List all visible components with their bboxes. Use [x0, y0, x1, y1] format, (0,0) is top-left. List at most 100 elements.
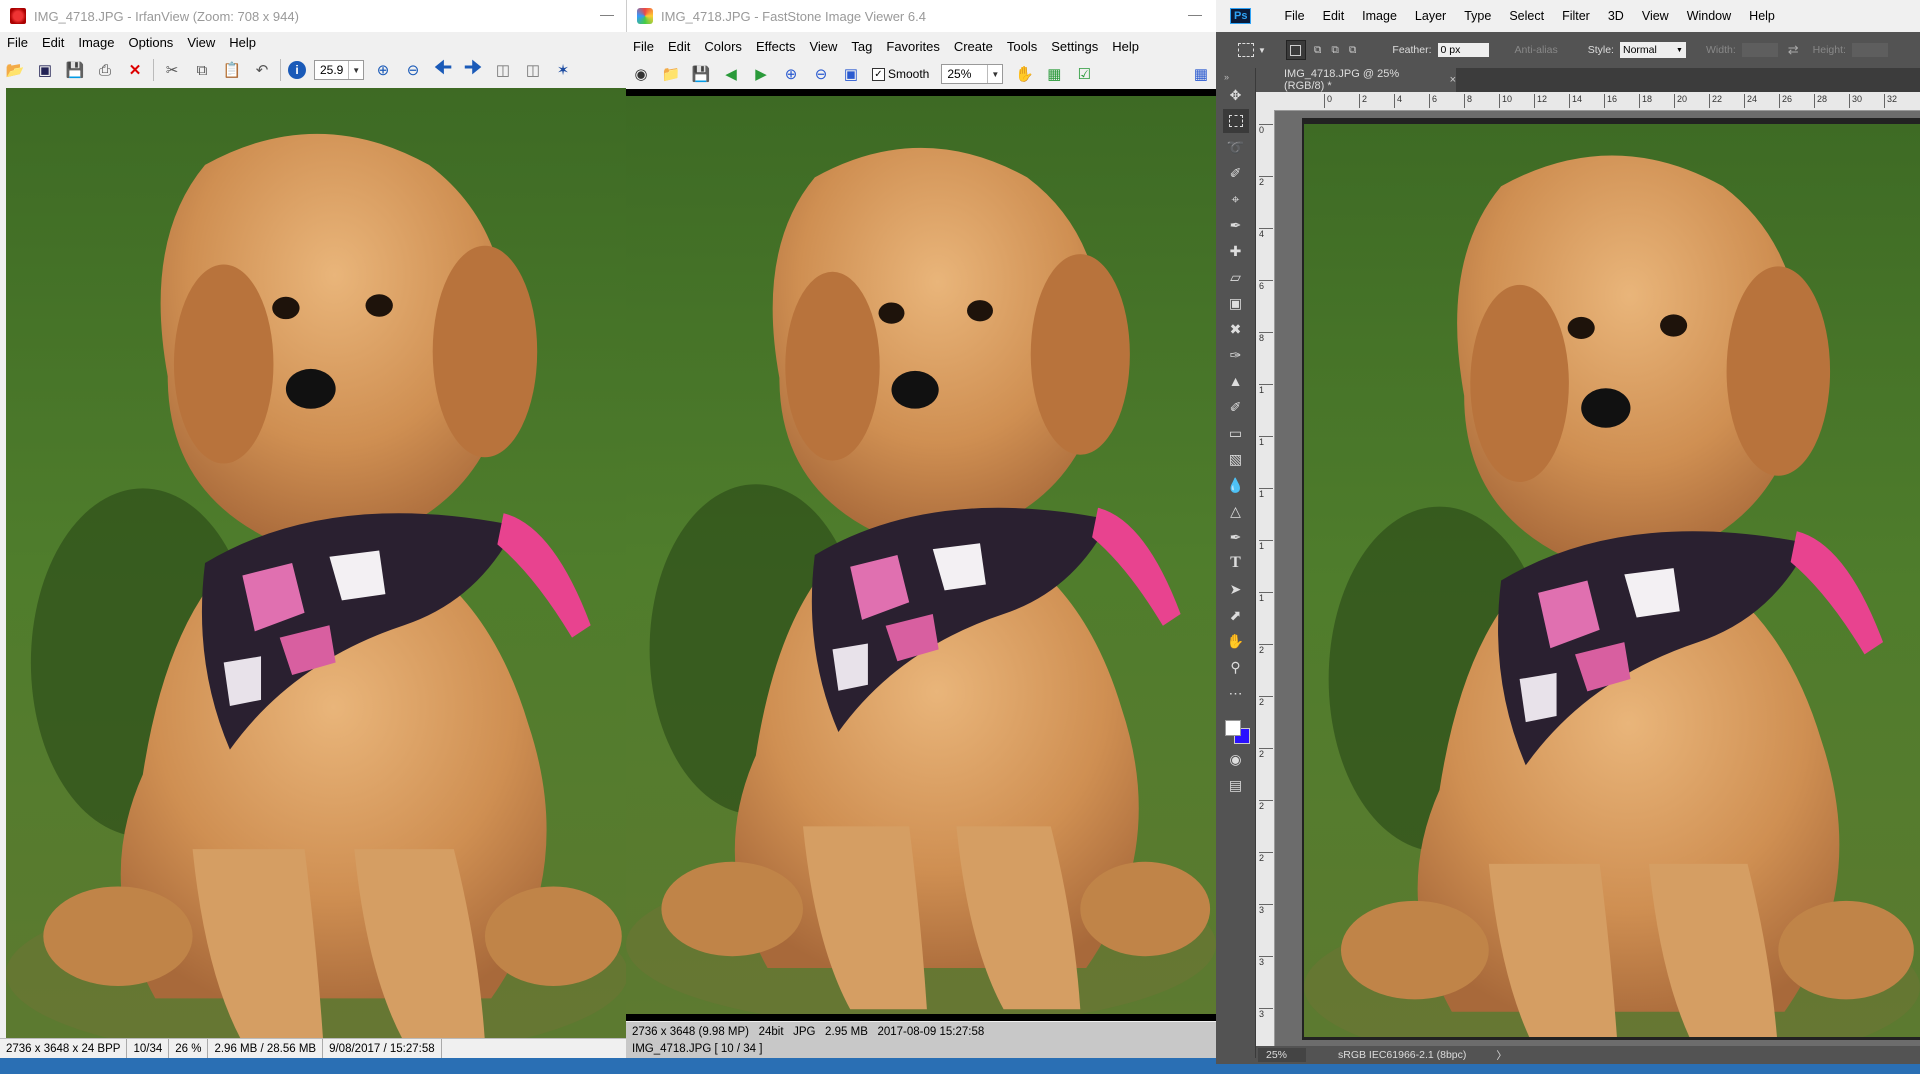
document-tab[interactable]: IMG_4718.JPG @ 25% (RGB/8) * ×: [1256, 68, 1456, 92]
quick-mask-icon[interactable]: ◉: [1223, 747, 1249, 771]
status-zoom[interactable]: 25%: [1258, 1048, 1306, 1062]
menu-help[interactable]: Help: [1105, 39, 1146, 54]
info-icon[interactable]: i: [288, 61, 306, 79]
zoom-combo[interactable]: 25% ▼: [941, 64, 1004, 84]
save-icon[interactable]: 💾: [64, 59, 86, 81]
marquee-icon[interactable]: [1222, 109, 1249, 133]
layout-icon[interactable]: ▦: [1190, 63, 1212, 85]
open-folder-icon[interactable]: 📂: [4, 59, 26, 81]
chevron-down-icon[interactable]: ▼: [987, 65, 1002, 83]
zoom-combo[interactable]: 25.9 ▼: [314, 60, 364, 80]
next-icon[interactable]: 🠊: [462, 57, 484, 81]
zoom-in-icon[interactable]: ⊕: [780, 63, 802, 85]
zoom-out-icon[interactable]: ⊖: [402, 59, 424, 81]
pointer-icon[interactable]: ⬈: [1223, 603, 1249, 627]
path-select-icon[interactable]: ➤: [1223, 577, 1249, 601]
hand-icon[interactable]: ✋: [1223, 629, 1249, 653]
save-icon[interactable]: 💾: [690, 63, 712, 85]
history-brush-icon[interactable]: ✐: [1223, 395, 1249, 419]
panel-collapse-icon[interactable]: »: [1224, 72, 1229, 82]
foreground-color-swatch[interactable]: [1224, 720, 1241, 736]
healing-icon[interactable]: ✚: [1223, 239, 1249, 263]
menu-image[interactable]: Image: [71, 35, 121, 50]
zoom-icon[interactable]: ⚲: [1223, 655, 1249, 679]
hand-icon[interactable]: ✋: [1013, 63, 1035, 85]
menu-tools[interactable]: Tools: [1000, 39, 1044, 54]
print-icon[interactable]: ⎙: [94, 59, 116, 81]
cut-icon[interactable]: ✂: [161, 59, 183, 81]
checkmark-icon[interactable]: ☑: [1073, 63, 1095, 85]
quick-select-icon[interactable]: ✐: [1223, 161, 1249, 185]
dodge-icon[interactable]: △: [1223, 499, 1249, 523]
color-swatches[interactable]: [1221, 712, 1251, 746]
menu-favorites[interactable]: Favorites: [879, 39, 946, 54]
minimize-button[interactable]: —: [600, 6, 614, 22]
crop-icon[interactable]: ⌖: [1223, 187, 1249, 211]
menu-options[interactable]: Options: [122, 35, 181, 50]
paste-icon[interactable]: 📋: [221, 59, 243, 81]
faststone-window[interactable]: IMG_4718.JPG - FastStone Image Viewer 6.…: [626, 0, 1216, 1074]
marquee-preset-icon[interactable]: [1238, 43, 1254, 57]
stamp-icon[interactable]: ▲: [1223, 369, 1249, 393]
more-icon[interactable]: ⋯: [1223, 681, 1249, 705]
swap-icon[interactable]: ⇄: [1788, 42, 1799, 58]
menu-type[interactable]: Type: [1455, 9, 1500, 23]
menu-image[interactable]: Image: [1353, 9, 1406, 23]
slideshow-icon[interactable]: ▣: [34, 59, 56, 81]
eraser-icon[interactable]: ▭: [1223, 421, 1249, 445]
transform-icon[interactable]: ✖: [1223, 317, 1249, 341]
irfanview-window[interactable]: IMG_4718.JPG - IrfanView (Zoom: 708 x 94…: [0, 0, 628, 1074]
menu-view[interactable]: View: [802, 39, 844, 54]
menu-edit[interactable]: Edit: [661, 39, 697, 54]
gradient-icon[interactable]: ▧: [1223, 447, 1249, 471]
menu-file[interactable]: File: [1275, 9, 1313, 23]
menu-window[interactable]: Window: [1678, 9, 1740, 23]
pen-icon[interactable]: ✒: [1223, 525, 1249, 549]
status-arrow[interactable]: 〉: [1496, 1048, 1507, 1063]
menu-edit[interactable]: Edit: [35, 35, 71, 50]
menu-layer[interactable]: Layer: [1406, 9, 1455, 23]
smooth-checkbox[interactable]: ✓ Smooth: [872, 67, 929, 81]
photoshop-window[interactable]: Ps File Edit Image Layer Type Select Fil…: [1216, 0, 1920, 1074]
blur-icon[interactable]: 💧: [1223, 473, 1249, 497]
menu-edit[interactable]: Edit: [1314, 9, 1354, 23]
feather-input[interactable]: 0 px: [1437, 43, 1489, 57]
properties-icon[interactable]: ✶: [552, 59, 574, 81]
menu-3d[interactable]: 3D: [1599, 9, 1633, 23]
subtract-selection-icon[interactable]: ⧉: [1331, 44, 1339, 57]
zoom-in-icon[interactable]: ⊕: [372, 59, 394, 81]
zoom-out-icon[interactable]: ⊖: [810, 63, 832, 85]
menu-settings[interactable]: Settings: [1044, 39, 1105, 54]
menu-file[interactable]: File: [0, 35, 35, 50]
previous-icon[interactable]: ◀: [720, 63, 742, 85]
menu-view[interactable]: View: [1633, 9, 1678, 23]
irfanview-titlebar[interactable]: IMG_4718.JPG - IrfanView (Zoom: 708 x 94…: [0, 0, 628, 32]
intersect-selection-icon[interactable]: ⧉: [1349, 44, 1357, 57]
screen-mode-icon[interactable]: ▤: [1223, 773, 1249, 797]
chevron-down-icon[interactable]: ▼: [348, 61, 363, 79]
menu-filter[interactable]: Filter: [1553, 9, 1599, 23]
close-icon[interactable]: ×: [1450, 74, 1456, 86]
previous-icon[interactable]: 🠈: [432, 57, 454, 81]
brush-icon[interactable]: ✑: [1223, 343, 1249, 367]
add-selection-icon[interactable]: ⧉: [1314, 44, 1322, 57]
ruler-icon[interactable]: ▱: [1223, 265, 1249, 289]
copy-icon[interactable]: ⧉: [191, 59, 213, 81]
compare-icon[interactable]: ▦: [1043, 63, 1065, 85]
ps-logo[interactable]: Ps: [1230, 8, 1252, 24]
antialias-label[interactable]: Anti-alias: [1515, 44, 1558, 56]
actual-size-icon[interactable]: ▣: [840, 63, 862, 85]
menu-help[interactable]: Help: [1740, 9, 1784, 23]
type-icon[interactable]: T: [1223, 551, 1249, 575]
minimize-button[interactable]: —: [1188, 6, 1202, 22]
menu-tag[interactable]: Tag: [844, 39, 879, 54]
chevron-down-icon[interactable]: ▼: [1258, 46, 1266, 55]
menu-view[interactable]: View: [180, 35, 222, 50]
new-selection-icon[interactable]: [1285, 40, 1306, 60]
lasso-icon[interactable]: ➰: [1223, 135, 1249, 159]
move-icon[interactable]: ✥: [1223, 83, 1249, 107]
first-page-icon[interactable]: ◫: [492, 59, 514, 81]
style-select[interactable]: Normal ▼: [1619, 42, 1686, 58]
next-icon[interactable]: ▶: [750, 63, 772, 85]
menu-select[interactable]: Select: [1500, 9, 1553, 23]
